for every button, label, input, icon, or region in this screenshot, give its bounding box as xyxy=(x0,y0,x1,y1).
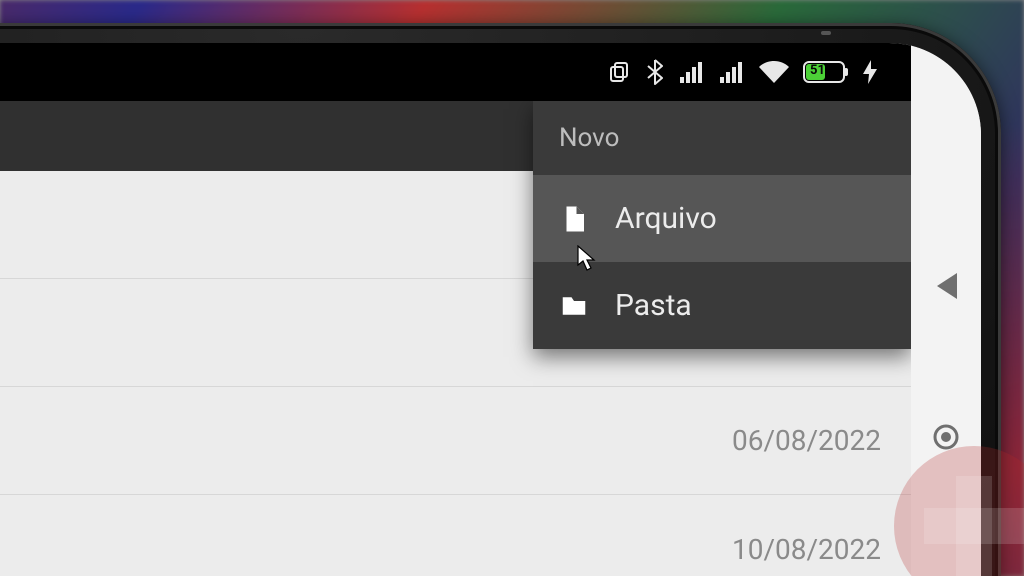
file-row[interactable]: 10/08/2022 xyxy=(0,495,911,576)
new-item-popup: Novo Arquivo xyxy=(533,101,911,349)
phone-notch xyxy=(821,31,831,35)
android-status-bar: 51 xyxy=(0,43,911,101)
popup-item-file[interactable]: Arquivo xyxy=(533,175,911,262)
file-date: 10/08/2022 xyxy=(732,533,881,566)
bluetooth-icon xyxy=(645,59,665,85)
phone-frame: 51 y VII xyxy=(0,23,1001,576)
phone-screen: 51 y VII xyxy=(0,43,981,576)
nav-back-icon[interactable] xyxy=(935,273,957,303)
copy-stack-icon xyxy=(607,60,631,84)
file-row[interactable]: 06/08/2022 xyxy=(0,387,911,495)
battery-icon: 51 xyxy=(803,61,849,83)
popup-item-label: Arquivo xyxy=(615,201,717,236)
folder-icon xyxy=(559,291,589,321)
cell-signal-1-icon xyxy=(679,61,705,83)
popup-item-folder[interactable]: Pasta xyxy=(533,262,911,349)
app-content: 51 y VII xyxy=(0,43,911,576)
file-icon xyxy=(559,204,589,234)
popup-item-label: Pasta xyxy=(615,288,692,323)
wifi-icon xyxy=(759,61,789,83)
cell-signal-2-icon xyxy=(719,61,745,83)
battery-percent-label: 51 xyxy=(810,63,825,78)
file-date: 06/08/2022 xyxy=(732,424,881,457)
charging-icon xyxy=(863,60,877,84)
popup-title: Novo xyxy=(533,101,911,175)
